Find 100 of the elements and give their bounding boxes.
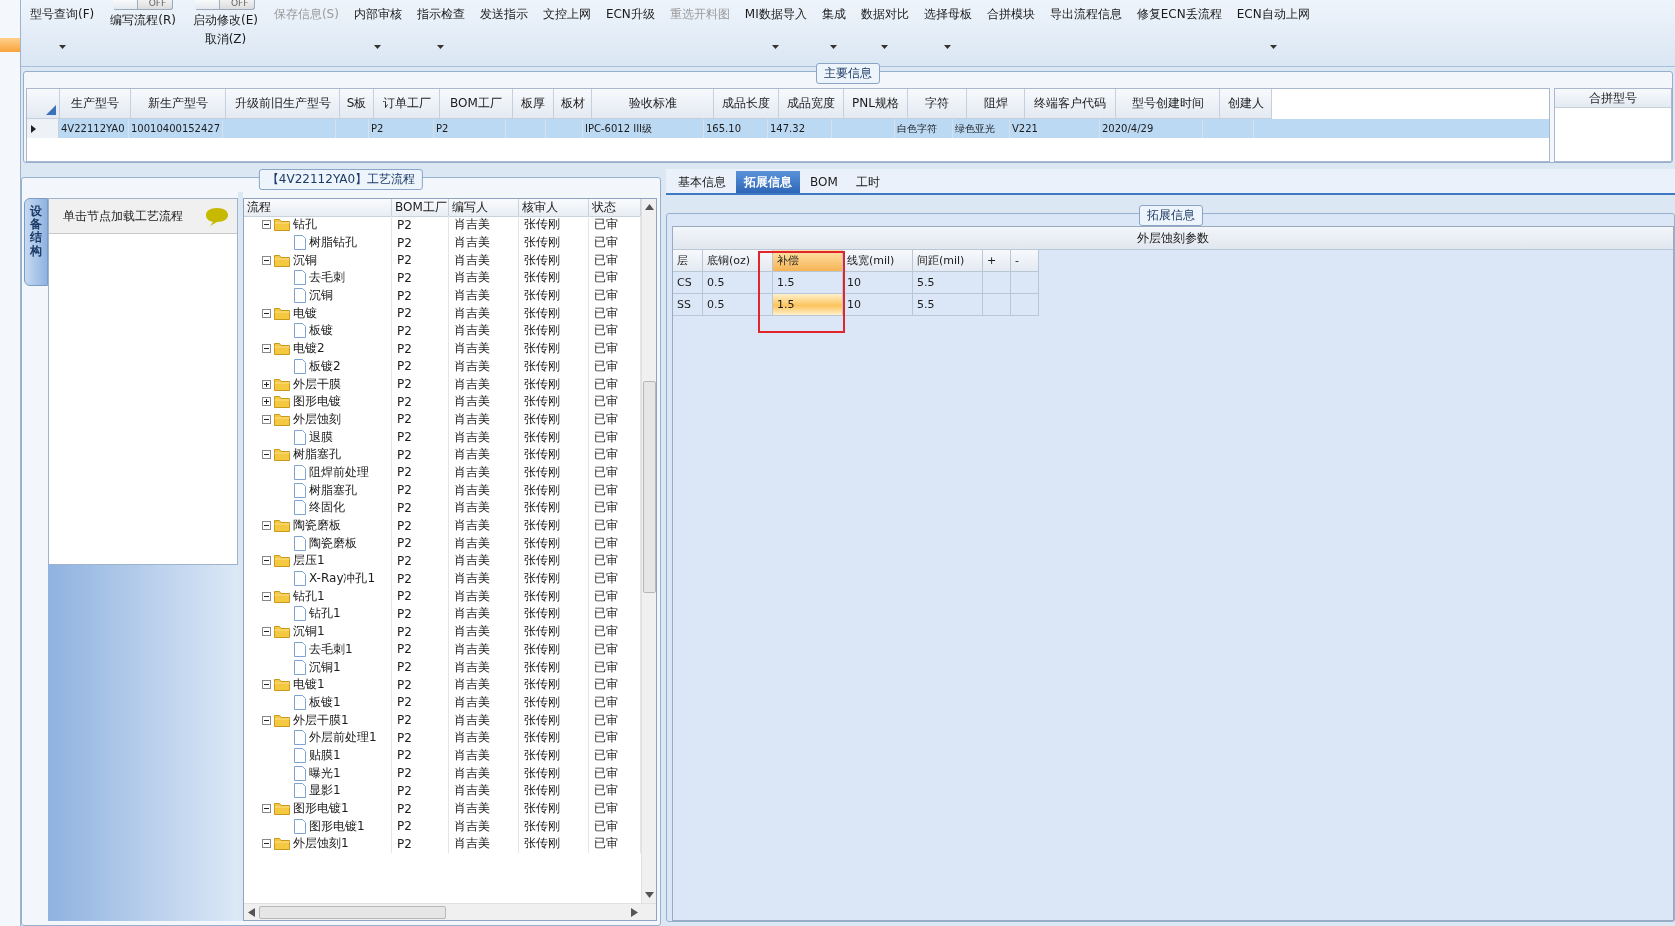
collapse-icon[interactable] — [262, 255, 271, 265]
tree-node-label[interactable]: 外层蚀刻1 — [293, 835, 349, 853]
tree-node-label[interactable]: 树脂塞孔 — [309, 481, 357, 499]
tree-node-label[interactable]: 陶瓷磨板 — [309, 534, 357, 552]
toolbar-button[interactable]: 发送指示 — [478, 0, 529, 23]
tree-node-label[interactable]: 外层前处理1 — [309, 729, 377, 747]
toolbar-button[interactable]: 选择母板 — [922, 0, 973, 49]
toggle-switch[interactable]: OFF — [113, 0, 174, 10]
toolbar-button[interactable]: 编写流程(R) — [108, 12, 178, 29]
tree-node-label[interactable]: 显影1 — [309, 782, 341, 800]
scroll-up-icon[interactable] — [644, 203, 654, 211]
collapse-icon[interactable] — [262, 344, 271, 354]
tree-node-label[interactable]: 去毛刺1 — [309, 640, 353, 658]
toolbar-button[interactable]: 内部审核 — [352, 0, 403, 49]
collapse-icon[interactable] — [262, 308, 271, 318]
tree-node-label[interactable]: 电镀 — [293, 304, 317, 322]
tree-node-label[interactable]: X-Ray冲孔1 — [309, 570, 376, 588]
toolbar-button[interactable]: 修复ECN丢流程 — [1135, 0, 1223, 23]
expand-icon[interactable] — [262, 397, 271, 407]
tree-node-label[interactable]: 外层蚀刻 — [293, 410, 341, 428]
collapse-icon[interactable] — [262, 220, 271, 230]
toolbar-button[interactable]: 取消(Z) — [202, 31, 249, 48]
column-header[interactable]: 终端客户代码 — [1025, 89, 1116, 119]
column-header[interactable]: 板厚 — [513, 89, 554, 119]
tree-node-label[interactable]: 退膜 — [309, 428, 333, 446]
tree-node-label[interactable]: 板镀1 — [309, 693, 341, 711]
toolbar-button[interactable]: MI数据导入 — [743, 0, 808, 49]
collapse-icon[interactable] — [262, 556, 271, 566]
toolbar-button[interactable]: 数据对比 — [859, 0, 910, 49]
tab[interactable]: 拓展信息 — [736, 171, 800, 193]
toolbar-button[interactable]: 导出流程信息 — [1048, 0, 1123, 23]
column-header[interactable]: 底铜(oz) — [703, 250, 773, 272]
column-header[interactable]: 线宽(mil) — [843, 250, 913, 272]
scrollbar-thumb[interactable] — [259, 905, 446, 919]
tree-node-label[interactable]: 钻孔1 — [309, 605, 341, 623]
column-header[interactable]: 生产型号 — [60, 89, 131, 119]
column-header[interactable]: 成品宽度 — [779, 89, 844, 119]
tree-node-label[interactable]: 图形电镀 — [293, 393, 341, 411]
column-header[interactable]: 验收标准 — [592, 89, 714, 119]
column-header[interactable]: 创建人 — [1220, 89, 1272, 119]
tree-node-label[interactable]: 终固化 — [309, 499, 345, 517]
tab[interactable]: 基本信息 — [670, 171, 734, 193]
column-header[interactable]: BOM工厂 — [392, 199, 449, 217]
tree-node-label[interactable]: 图形电镀1 — [309, 817, 365, 835]
tree-node-label[interactable]: 图形电镀1 — [293, 800, 349, 818]
tree-node-label[interactable]: 曝光1 — [309, 764, 341, 782]
column-header[interactable]: 阻焊 — [967, 89, 1025, 119]
tree-node-label[interactable]: 贴膜1 — [309, 746, 341, 764]
column-header[interactable]: 合拼型号 — [1555, 89, 1671, 108]
collapse-icon[interactable] — [262, 521, 271, 531]
scroll-right-icon[interactable] — [631, 907, 638, 917]
column-header[interactable]: 订单工厂 — [374, 89, 440, 119]
column-header[interactable]: 新生产型号 — [131, 89, 226, 119]
tree-node-label[interactable]: 钻孔 — [293, 216, 317, 234]
toolbar-button[interactable]: 指示检查 — [415, 0, 466, 49]
column-header[interactable]: 成品长度 — [714, 89, 779, 119]
column-header[interactable]: 补偿 — [773, 250, 843, 272]
tree-node-label[interactable]: 树脂钻孔 — [309, 234, 357, 252]
tree-node-label[interactable]: 外层干膜1 — [293, 711, 349, 729]
column-header[interactable]: 状态 — [589, 199, 641, 217]
column-header[interactable]: 字符 — [908, 89, 967, 119]
toolbar-button[interactable]: 集成 — [820, 0, 847, 49]
tree-node-label[interactable]: 电镀1 — [293, 676, 325, 694]
scroll-left-icon[interactable] — [248, 907, 255, 917]
column-header[interactable]: 板材 — [554, 89, 592, 119]
toolbar-button[interactable]: 启动修改(E) — [190, 12, 260, 29]
collapse-icon[interactable] — [262, 680, 271, 690]
collapse-icon[interactable] — [262, 414, 271, 424]
collapse-icon[interactable] — [262, 627, 271, 637]
tree-node-label[interactable]: 沉铜1 — [309, 658, 341, 676]
toolbar-button[interactable]: ECN自动上网 — [1235, 0, 1311, 49]
toolbar-button[interactable]: 合拼模块 — [985, 0, 1036, 23]
toolbar-button[interactable]: ECN升级 — [604, 0, 656, 23]
tree-node-label[interactable]: 板镀 — [309, 322, 333, 340]
tree-node-label[interactable]: 电镀2 — [293, 340, 325, 358]
tab[interactable]: 工时 — [847, 171, 888, 193]
table-row[interactable]: 4V22112YA0 10010400152427 P2 P2 IPC-6012 III级 165.10 147.32 白色字符 绿色亚光 V221 2020/4/29 — [27, 119, 1549, 138]
tree-node-label[interactable]: 板镀2 — [309, 357, 341, 375]
column-header[interactable]: - — [1011, 250, 1039, 272]
collapse-icon[interactable] — [262, 804, 271, 814]
column-header[interactable]: 核审人 — [519, 199, 589, 217]
side-tab[interactable]: 设备结构 — [24, 198, 48, 286]
tree-node-label[interactable]: 沉铜 — [293, 251, 317, 269]
tree-node-label[interactable]: 树脂塞孔 — [293, 446, 341, 464]
tree-node-label[interactable]: 沉铜1 — [293, 623, 325, 641]
column-header[interactable]: 升级前旧生产型号 — [226, 89, 340, 119]
column-header[interactable]: 编写人 — [449, 199, 519, 217]
tree-node-label[interactable]: 去毛刺 — [309, 269, 345, 287]
column-header[interactable]: PNL规格 — [844, 89, 908, 119]
tree-node-label[interactable]: 陶瓷磨板 — [293, 517, 341, 535]
column-header[interactable]: 间距(mil) — [913, 250, 983, 272]
tree-node-label[interactable]: 外层干膜 — [293, 375, 341, 393]
column-header[interactable]: S板 — [340, 89, 374, 119]
tab[interactable]: BOM — [802, 171, 846, 193]
active-cell[interactable]: 1.5 — [773, 294, 843, 316]
collapse-icon[interactable] — [262, 450, 271, 460]
collapse-icon[interactable] — [262, 839, 271, 849]
column-header[interactable]: 流程 — [244, 199, 392, 217]
tree-node-label[interactable]: 层压1 — [293, 552, 325, 570]
scrollbar-thumb[interactable] — [642, 381, 656, 593]
